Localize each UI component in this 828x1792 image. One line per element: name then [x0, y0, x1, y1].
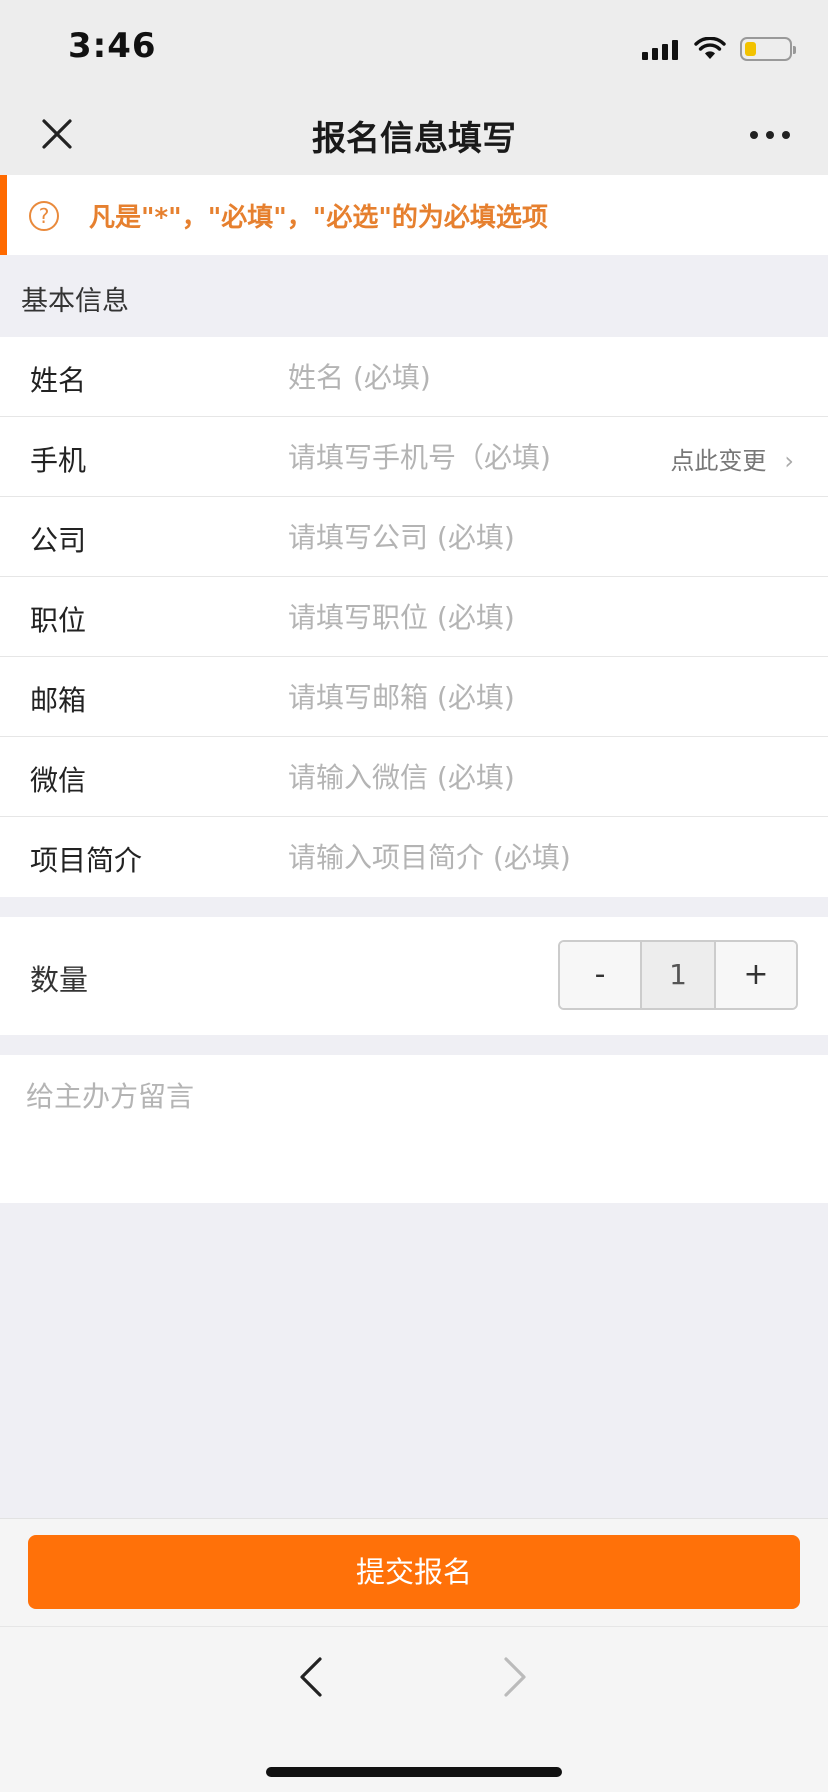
submit-button[interactable]: 提交报名 [28, 1535, 800, 1609]
notice-text: 凡是"*"，"必填"，"必选"的为必填选项 [89, 203, 548, 233]
email-label: 邮箱 [30, 684, 87, 717]
section-title: 基本信息 [21, 286, 129, 317]
quantity-value[interactable]: 1 [640, 942, 716, 1008]
company-label: 公司 [30, 524, 87, 557]
change-phone-button[interactable]: 点此变更 › [670, 441, 794, 476]
signal-icon [642, 38, 678, 60]
position-label: 职位 [30, 604, 87, 637]
name-label: 姓名 [30, 364, 87, 397]
status-time: 3:46 [68, 26, 157, 66]
project-label: 项目简介 [30, 844, 143, 877]
form-row-name: 姓名 [0, 337, 828, 417]
wechat-label: 微信 [30, 764, 87, 797]
more-icon[interactable] [748, 115, 792, 155]
position-input[interactable] [288, 589, 788, 645]
chevron-left-icon[interactable] [296, 1655, 326, 1699]
phone-input[interactable] [288, 429, 638, 485]
battery-icon [740, 37, 796, 61]
status-bar: 3:46 [0, 0, 828, 95]
form-row-position: 职位 [0, 577, 828, 657]
quantity-block: 数量 - 1 + [0, 917, 828, 1035]
quantity-label: 数量 [30, 963, 89, 997]
increment-button[interactable]: + [716, 942, 796, 1008]
status-icons [642, 34, 796, 64]
form-row-email: 邮箱 [0, 657, 828, 737]
email-input[interactable] [288, 669, 788, 725]
form-row-project: 项目简介 [0, 817, 828, 897]
bottom-nav [0, 1626, 828, 1792]
decrement-button[interactable]: - [560, 942, 640, 1008]
chevron-right-icon[interactable] [500, 1655, 530, 1699]
form-list: 姓名 手机 点此变更 › 公司 职位 邮箱 微信 项目简介 [0, 337, 828, 897]
notice-banner: ? 凡是"*"，"必填"，"必选"的为必填选项 [0, 175, 828, 255]
chevron-right-icon: › [784, 447, 794, 475]
phone-label: 手机 [30, 444, 87, 477]
message-input[interactable] [26, 1075, 802, 1185]
company-input[interactable] [288, 509, 788, 565]
question-circle-icon: ? [29, 201, 59, 231]
project-input[interactable] [288, 829, 788, 885]
message-block [0, 1055, 828, 1203]
wechat-input[interactable] [288, 749, 788, 805]
form-row-company: 公司 [0, 497, 828, 577]
quantity-stepper: - 1 + [558, 940, 798, 1010]
home-indicator [266, 1767, 562, 1777]
name-input[interactable] [288, 349, 788, 405]
form-row-wechat: 微信 [0, 737, 828, 817]
submit-bar: 提交报名 [0, 1518, 828, 1626]
page-title: 报名信息填写 [312, 119, 516, 159]
nav-bar: 报名信息填写 [0, 95, 828, 175]
section-header: 基本信息 [0, 255, 828, 337]
form-row-phone: 手机 点此变更 › [0, 417, 828, 497]
change-phone-label: 点此变更 [670, 447, 767, 475]
wifi-icon [694, 37, 726, 59]
